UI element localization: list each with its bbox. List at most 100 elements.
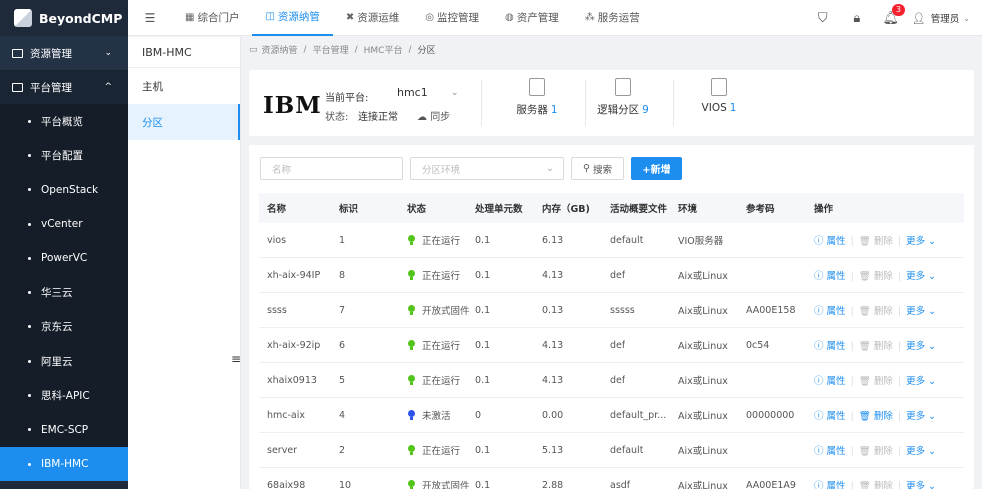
sidebar-item[interactable]: OpenStack bbox=[0, 172, 128, 207]
sidebar-item[interactable]: 阿里云 bbox=[0, 344, 128, 379]
column-header: 状态 bbox=[407, 204, 427, 215]
sub-sidebar-item[interactable]: 分区 bbox=[128, 104, 240, 140]
app-logo[interactable]: BeyondCMP bbox=[0, 0, 128, 36]
table-row[interactable]: xh-aix-92ip 6 正在运行 0.1 4.13 def Aix或Linux 0c54 ⓘ… bbox=[259, 328, 964, 363]
properties-link[interactable]: ⓘ 属性 bbox=[814, 376, 846, 387]
stat-vios[interactable]: VIOS 1 bbox=[697, 78, 741, 114]
cell-env: Aix或Linux bbox=[678, 271, 728, 282]
sidebar-item[interactable]: IBM-HMC bbox=[0, 446, 128, 482]
sidebar-item[interactable]: 平台概览 bbox=[0, 104, 128, 139]
user-menu[interactable]: 👤︎ 管理员 ⌄ bbox=[908, 11, 982, 26]
table-row[interactable]: ssss 7 开放式固件 0.1 0.13 sssss Aix或Linux AA00E158 ⓘ… bbox=[259, 293, 964, 328]
table-row[interactable]: server 2 正在运行 0.1 5.13 default Aix或Linux ⓘ 属性 | 🗑… bbox=[259, 433, 964, 468]
collapse-handle-icon[interactable]: ≡ bbox=[231, 352, 241, 366]
sidebar-item-label: IBM-HMC bbox=[41, 458, 89, 471]
properties-link[interactable]: ⓘ 属性 bbox=[814, 236, 846, 247]
sidebar-group-platform[interactable]: 平台管理 ^ bbox=[0, 70, 128, 104]
cloud-sync-icon: ☁︎ bbox=[417, 112, 427, 123]
search-button[interactable]: ⚲ 搜索 bbox=[571, 157, 624, 180]
delete-link[interactable]: 🗑︎ 删除 bbox=[859, 341, 893, 352]
cell-name: xh-aix-92ip bbox=[267, 339, 321, 351]
cell-id: 1 bbox=[339, 234, 346, 246]
sidebar-item[interactable]: 京东云 bbox=[0, 309, 128, 345]
more-dropdown[interactable]: 更多 ⌄ bbox=[906, 271, 936, 282]
properties-link[interactable]: ⓘ 属性 bbox=[814, 411, 846, 422]
status-cell: 正在运行 bbox=[407, 443, 460, 457]
table-row[interactable]: xhaix0913 5 正在运行 0.1 4.13 def Aix或Linux ⓘ 属性 | 🗑︎… bbox=[259, 363, 964, 398]
bell-icon[interactable]: 🔔︎ 3 bbox=[874, 3, 908, 26]
table-row[interactable]: hmc-aix 4 未激活 0 0.00 default_pr... Aix或Linux 00… bbox=[259, 398, 964, 433]
sidebar-item[interactable]: vCenter bbox=[0, 206, 128, 242]
sidebar-item[interactable]: 华三云 bbox=[0, 275, 128, 310]
sync-button[interactable]: ☁︎ 同步 bbox=[417, 108, 450, 123]
menu-toggle-icon[interactable]: ☰ bbox=[128, 11, 172, 25]
chevron-down-icon[interactable]: ⌄ bbox=[451, 88, 459, 98]
properties-link[interactable]: ⓘ 属性 bbox=[814, 271, 846, 282]
stat-partitions[interactable]: 逻辑分区 9 bbox=[597, 78, 649, 117]
cell-ref: AA00E1A9 bbox=[746, 479, 796, 489]
sub-sidebar-item[interactable]: 主机 bbox=[128, 68, 240, 104]
cell-cpu: 0.1 bbox=[475, 444, 491, 456]
sidebar-group-resource[interactable]: 资源管理 ⌄ bbox=[0, 36, 128, 70]
delete-link[interactable]: 🗑︎ 删除 bbox=[859, 306, 893, 317]
delete-link[interactable]: 🗑︎ 删除 bbox=[859, 236, 893, 247]
nav-tab[interactable]: ◫ 资源纳管 bbox=[252, 0, 333, 36]
shirt-icon[interactable]: ⛉ bbox=[806, 11, 840, 26]
sidebar-item[interactable]: 思科-APIC bbox=[0, 378, 128, 413]
name-filter-input[interactable]: 名称 bbox=[260, 157, 403, 180]
properties-link[interactable]: ⓘ 属性 bbox=[814, 446, 846, 457]
properties-link[interactable]: ⓘ 属性 bbox=[814, 306, 846, 317]
cell-env: Aix或Linux bbox=[678, 446, 728, 457]
nav-tab[interactable]: ◍ 资产管理 bbox=[492, 0, 572, 36]
cell-id: 8 bbox=[339, 269, 346, 281]
sidebar-item[interactable]: PowerVC bbox=[0, 241, 128, 276]
delete-link[interactable]: 🗑︎ 删除 bbox=[859, 376, 893, 387]
lock-icon[interactable]: 🔒︎ bbox=[840, 11, 874, 26]
sidebar-group-label: 资源管理 bbox=[30, 47, 72, 60]
cell-profile: sssss bbox=[610, 304, 635, 316]
platform-select[interactable]: hmc1 bbox=[397, 86, 428, 99]
info-icon: ⓘ bbox=[814, 481, 824, 489]
breadcrumb-item[interactable]: HMC平台 bbox=[364, 43, 403, 56]
table-row[interactable]: vios 1 正在运行 0.1 6.13 default VIO服务器 ⓘ 属性 | 🗑︎ 删除 |… bbox=[259, 223, 964, 258]
bulb-icon bbox=[407, 410, 416, 421]
logo-icon bbox=[14, 9, 32, 27]
delete-link[interactable]: 🗑︎ 删除 bbox=[859, 481, 893, 489]
delete-link[interactable]: 🗑︎ 删除 bbox=[859, 271, 893, 282]
more-dropdown[interactable]: 更多 ⌄ bbox=[906, 481, 936, 489]
more-dropdown[interactable]: 更多 ⌄ bbox=[906, 341, 936, 352]
breadcrumb-item[interactable]: 资源纳管 bbox=[262, 43, 298, 56]
nav-tab[interactable]: ◎ 监控管理 bbox=[412, 0, 492, 36]
properties-link[interactable]: ⓘ 属性 bbox=[814, 481, 846, 489]
bullet-icon bbox=[28, 256, 31, 260]
table-row[interactable]: 68aix98 10 开放式固件 0.1 2.88 asdf Aix或Linux AA00E1… bbox=[259, 468, 964, 489]
more-dropdown[interactable]: 更多 ⌄ bbox=[906, 306, 936, 317]
sidebar-item[interactable]: 平台配置 bbox=[0, 138, 128, 173]
delete-link[interactable]: 🗑︎ 删除 bbox=[859, 446, 893, 457]
file-icon bbox=[615, 78, 631, 96]
more-dropdown[interactable]: 更多 ⌄ bbox=[906, 446, 936, 457]
add-button[interactable]: +新增 bbox=[631, 157, 682, 180]
cell-cpu: 0.1 bbox=[475, 339, 491, 351]
bulb-icon bbox=[407, 480, 416, 489]
more-dropdown[interactable]: 更多 ⌄ bbox=[906, 411, 936, 422]
properties-link[interactable]: ⓘ 属性 bbox=[814, 341, 846, 352]
platform-label: 当前平台: bbox=[325, 93, 369, 104]
breadcrumb-current: 分区 bbox=[417, 46, 436, 56]
chevron-down-icon: ⌄ bbox=[928, 376, 937, 387]
nav-tab[interactable]: ▦ 综合门户 bbox=[172, 0, 252, 36]
column-header: 名称 bbox=[267, 204, 287, 215]
env-filter-select[interactable]: 分区环境 ⌄ bbox=[410, 157, 564, 180]
row-actions: ⓘ 属性 | 🗑︎ 删除 | 更多 ⌄ bbox=[814, 411, 937, 422]
sidebar-item[interactable]: EMC-SCP bbox=[0, 412, 128, 447]
delete-link[interactable]: 🗑︎ 删除 bbox=[859, 411, 893, 422]
table-row[interactable]: xh-aix-94IP 8 正在运行 0.1 4.13 def Aix或Linux ⓘ 属性 |… bbox=[259, 258, 964, 293]
breadcrumb-item[interactable]: 平台管理 bbox=[313, 43, 349, 56]
nav-tab[interactable]: ⁂ 服务运营 bbox=[572, 0, 653, 36]
stat-servers[interactable]: 服务器 1 bbox=[507, 78, 567, 117]
breadcrumb: ▭ 资源纳管 / 平台管理 / HMC平台 / 分区 bbox=[249, 43, 436, 57]
more-dropdown[interactable]: 更多 ⌄ bbox=[906, 376, 936, 387]
more-dropdown[interactable]: 更多 ⌄ bbox=[906, 236, 936, 247]
nav-tab[interactable]: ✖ 资源运维 bbox=[333, 0, 412, 36]
sidebar-item-label: 平台概览 bbox=[41, 115, 83, 128]
